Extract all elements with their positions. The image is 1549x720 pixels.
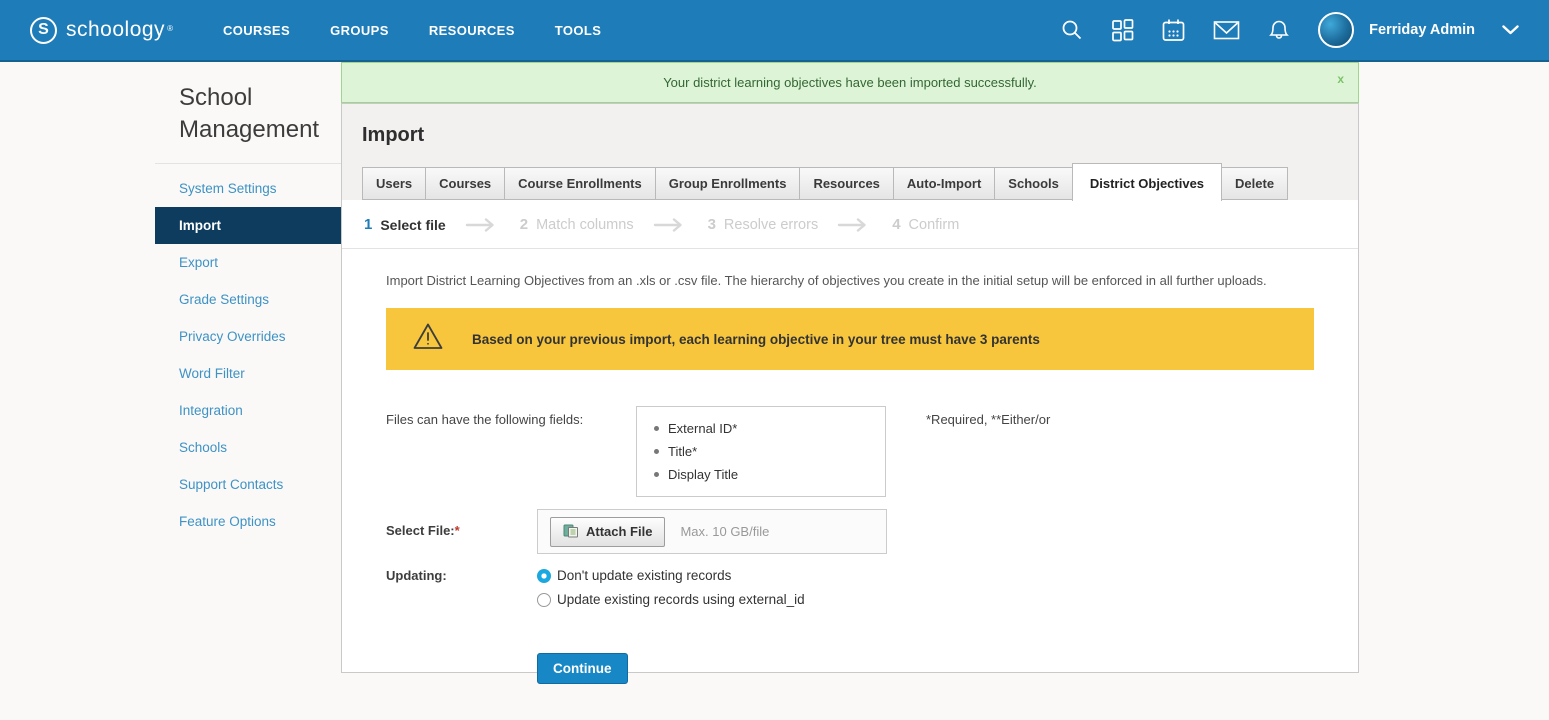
- tab-resources[interactable]: Resources: [799, 167, 893, 200]
- step-label: Resolve errors: [724, 217, 818, 233]
- calendar-icon[interactable]: [1161, 18, 1186, 43]
- radio-unselected-icon[interactable]: [537, 593, 551, 607]
- sidebar-item-schools[interactable]: Schools: [155, 429, 341, 466]
- tab-course-enrollments[interactable]: Course Enrollments: [504, 167, 656, 200]
- page-title: Import: [362, 124, 1338, 147]
- nav-item-courses[interactable]: COURSES: [223, 23, 290, 38]
- import-panel: Import Users Courses Course Enrollments …: [341, 103, 1359, 673]
- sidebar-item-system-settings[interactable]: System Settings: [155, 170, 341, 207]
- tab-schools[interactable]: Schools: [994, 167, 1073, 200]
- tab-courses[interactable]: Courses: [425, 167, 505, 200]
- sidebar-item-word-filter[interactable]: Word Filter: [155, 355, 341, 392]
- sidebar-item-import[interactable]: Import: [155, 207, 341, 244]
- field-option: Display Title: [651, 463, 871, 486]
- step-number: 1: [364, 216, 372, 233]
- step-confirm: 4 Confirm: [892, 216, 959, 233]
- sidebar-item-support-contacts[interactable]: Support Contacts: [155, 466, 341, 503]
- attach-file-button[interactable]: Attach File: [550, 517, 665, 547]
- fields-label: Files can have the following fields:: [386, 406, 636, 497]
- radio-dont-update[interactable]: Don't update existing records: [537, 568, 805, 583]
- nav-item-groups[interactable]: GROUPS: [330, 23, 389, 38]
- updating-label: Updating:: [386, 566, 537, 583]
- select-file-row: Select File:* Atta: [386, 509, 1314, 554]
- attach-file-button-label: Attach File: [586, 524, 652, 539]
- app-grid-icon[interactable]: [1111, 19, 1134, 42]
- chevron-down-icon[interactable]: [1502, 25, 1519, 35]
- sidebar-item-feature-options[interactable]: Feature Options: [155, 503, 341, 540]
- success-message: Your district learning objectives have b…: [663, 75, 1037, 90]
- attach-file-icon: [563, 523, 579, 541]
- step-label: Confirm: [909, 217, 960, 233]
- tab-auto-import[interactable]: Auto-Import: [893, 167, 995, 200]
- schoology-logo[interactable]: S schoology ®: [30, 17, 173, 44]
- select-file-label-text: Select File:: [386, 523, 455, 538]
- step-indicator: 1 Select file 2 Match columns 3 Resolve …: [342, 200, 1358, 249]
- step-number: 3: [708, 216, 716, 233]
- warning-banner: Based on your previous import, each lear…: [386, 308, 1314, 370]
- step-resolve-errors: 3 Resolve errors: [708, 216, 819, 233]
- close-icon[interactable]: x: [1337, 72, 1344, 86]
- file-upload-box: Attach File Max. 10 GB/file: [537, 509, 887, 554]
- radio-selected-icon[interactable]: [537, 569, 551, 583]
- select-file-label: Select File:*: [386, 509, 537, 538]
- step-label: Select file: [380, 217, 445, 233]
- sidebar-nav: System Settings Import Export Grade Sett…: [155, 164, 341, 540]
- search-icon[interactable]: [1060, 18, 1084, 42]
- required-legend: *Required, **Either/or: [926, 406, 1050, 497]
- primary-nav: COURSES GROUPS RESOURCES TOOLS: [223, 23, 601, 38]
- brand-name: schoology: [66, 18, 165, 42]
- schoology-s-icon: S: [30, 17, 57, 44]
- continue-row: Continue: [537, 653, 1314, 684]
- sidebar: School Management System Settings Import…: [155, 62, 341, 540]
- warning-message: Based on your previous import, each lear…: [472, 332, 1040, 347]
- success-banner: Your district learning objectives have b…: [341, 62, 1359, 103]
- sidebar-item-export[interactable]: Export: [155, 244, 341, 281]
- max-file-size-note: Max. 10 GB/file: [680, 524, 769, 539]
- sidebar-item-privacy-overrides[interactable]: Privacy Overrides: [155, 318, 341, 355]
- required-asterisk: *: [455, 523, 460, 538]
- radio-label: Update existing records using external_i…: [557, 592, 805, 607]
- user-name[interactable]: Ferriday Admin: [1369, 22, 1475, 38]
- step-label: Match columns: [536, 217, 634, 233]
- registered-mark: ®: [167, 24, 173, 33]
- sidebar-item-grade-settings[interactable]: Grade Settings: [155, 281, 341, 318]
- tab-users[interactable]: Users: [362, 167, 426, 200]
- fields-list: External ID* Title* Display Title: [651, 417, 871, 486]
- step-arrow-icon: [653, 218, 689, 232]
- import-tabs: Users Courses Course Enrollments Group E…: [362, 163, 1338, 200]
- top-navbar: S schoology ® COURSES GROUPS RESOURCES T…: [0, 0, 1549, 62]
- warning-triangle-icon: [412, 322, 444, 356]
- field-option: External ID*: [651, 417, 871, 440]
- sidebar-item-integration[interactable]: Integration: [155, 392, 341, 429]
- tab-district-objectives[interactable]: District Objectives: [1072, 163, 1222, 201]
- fields-info-row: Files can have the following fields: Ext…: [386, 406, 1314, 497]
- radio-update-existing[interactable]: Update existing records using external_i…: [537, 592, 805, 607]
- tab-delete[interactable]: Delete: [1221, 167, 1288, 200]
- navbar-right: Ferriday Admin: [1060, 12, 1519, 48]
- step-match-columns: 2 Match columns: [520, 216, 634, 233]
- panel-header: Import Users Courses Course Enrollments …: [342, 104, 1358, 200]
- tab-content: Import District Learning Objectives from…: [342, 249, 1358, 684]
- nav-item-tools[interactable]: TOOLS: [555, 23, 602, 38]
- nav-item-resources[interactable]: RESOURCES: [429, 23, 515, 38]
- tab-group-enrollments[interactable]: Group Enrollments: [655, 167, 801, 200]
- main-area: Your district learning objectives have b…: [341, 62, 1359, 673]
- step-arrow-icon: [465, 218, 501, 232]
- radio-label: Don't update existing records: [557, 568, 731, 583]
- continue-button[interactable]: Continue: [537, 653, 628, 684]
- updating-radio-group: Don't update existing records Update exi…: [537, 566, 805, 607]
- field-option: Title*: [651, 440, 871, 463]
- fields-list-box: External ID* Title* Display Title: [636, 406, 886, 497]
- step-number: 2: [520, 216, 528, 233]
- bell-icon[interactable]: [1267, 18, 1291, 43]
- step-number: 4: [892, 216, 900, 233]
- step-select-file: 1 Select file: [364, 216, 446, 233]
- sidebar-title: School Management: [155, 62, 341, 164]
- updating-row: Updating: Don't update existing records …: [386, 566, 1314, 607]
- envelope-icon[interactable]: [1213, 19, 1240, 41]
- user-avatar[interactable]: [1318, 12, 1354, 48]
- import-description: Import District Learning Objectives from…: [386, 269, 1314, 308]
- step-arrow-icon: [837, 218, 873, 232]
